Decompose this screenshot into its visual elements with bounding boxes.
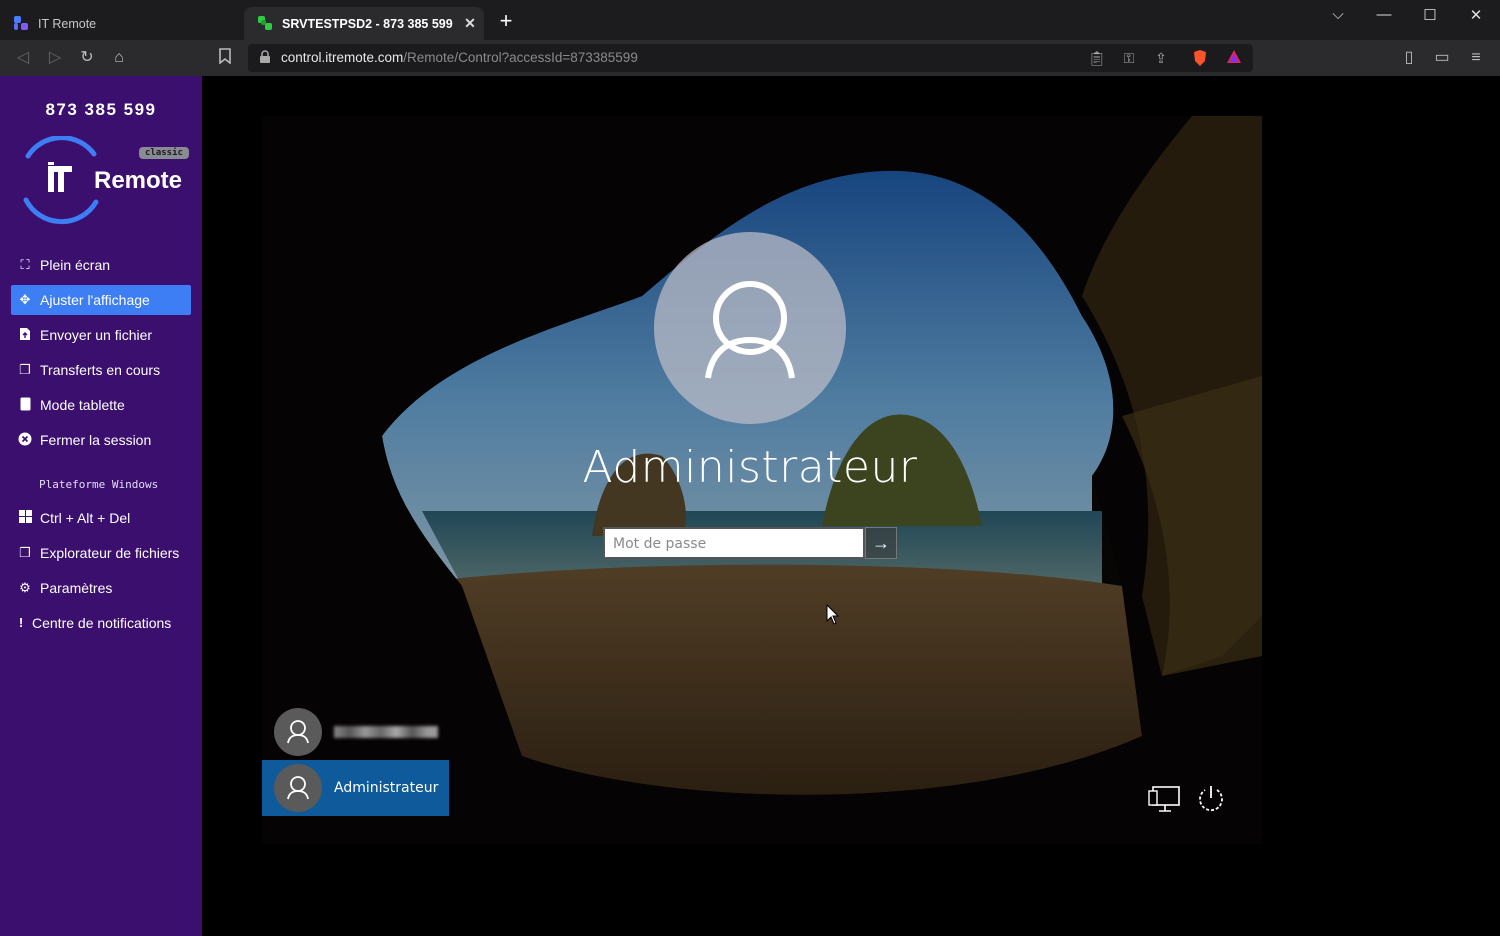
fit-display-icon: ✥ — [19, 292, 31, 307]
itremote-logo-icon — [23, 136, 99, 225]
menu-mode-tablette[interactable]: Mode tablette — [11, 390, 191, 420]
maximize-button[interactable]: ☐ — [1415, 6, 1445, 24]
transfers-icon: ❐ — [19, 362, 31, 377]
forward-icon[interactable]: ▷ — [45, 48, 65, 68]
close-tab-icon[interactable]: ✕ — [462, 15, 478, 32]
clipboard-icon[interactable]: 📋︎ — [1088, 49, 1106, 67]
lock-icon — [260, 50, 270, 63]
reload-icon[interactable]: ↻ — [77, 48, 97, 68]
file-explorer-icon: ❐ — [19, 545, 31, 560]
remote-session-favicon-icon — [258, 15, 274, 32]
close-window-button[interactable]: ✕ — [1461, 6, 1491, 24]
menu-icon[interactable]: ≡ — [1466, 48, 1486, 68]
remote-screen[interactable]: Administrateur Mot de passe → Administra… — [202, 76, 1500, 936]
brave-shield-icon[interactable] — [1191, 49, 1209, 67]
user-avatar-small — [274, 708, 322, 756]
user-tile-name: Administrateur — [334, 780, 439, 796]
menu-ajuster-affichage[interactable]: ✥ Ajuster l'affichage — [11, 285, 191, 315]
access-id: 873 385 599 — [45, 100, 157, 119]
tab-title: SRVTESTPSD2 - 873 385 599 — [282, 16, 453, 31]
windows-icon — [17, 510, 33, 526]
it-remote-favicon-icon — [14, 15, 30, 32]
submit-arrow-button[interactable]: → — [865, 527, 897, 559]
address-bar[interactable]: control.itremote.com/Remote/Control?acce… — [248, 44, 1253, 72]
browser-toolbar: ◁ ▷ ↻ ⌂ control.itremote.com/Remote/Cont… — [0, 40, 1500, 76]
user-tile-administrateur[interactable]: Administrateur — [262, 760, 449, 816]
menu-transferts[interactable]: ❐ Transferts en cours — [11, 355, 191, 385]
fullscreen-icon: ⛶ — [20, 257, 30, 272]
login-username: Administrateur — [582, 442, 918, 493]
user-avatar-large — [654, 232, 846, 424]
menu-fermer-session[interactable]: Fermer la session — [11, 425, 191, 455]
menu-explorateur[interactable]: ❐ Explorateur de fichiers — [11, 538, 191, 568]
key-icon[interactable]: ⚿ — [1120, 49, 1138, 67]
user-tile-other[interactable] — [274, 708, 438, 756]
menu-parametres[interactable]: ⚙ Paramètres — [11, 573, 191, 603]
menu-centre-notifications[interactable]: ! Centre de notifications — [11, 608, 191, 638]
tab-it-remote[interactable]: IT Remote — [0, 7, 240, 40]
notification-icon: ! — [18, 615, 24, 630]
back-icon[interactable]: ◁ — [13, 48, 33, 68]
sidebar-toggle-icon[interactable]: ▯ — [1399, 48, 1419, 68]
network-icon[interactable] — [1148, 782, 1182, 816]
logo-text: Remote — [94, 167, 183, 194]
user-avatar-small — [274, 764, 322, 812]
close-session-icon — [17, 432, 33, 448]
user-icon — [287, 776, 309, 800]
file-upload-icon — [17, 327, 33, 343]
browser-tab-bar: IT Remote SRVTESTPSD2 - 873 385 599 ✕ + … — [0, 0, 1500, 40]
menu-envoyer-fichier[interactable]: Envoyer un fichier — [11, 320, 191, 350]
mouse-cursor-icon — [826, 604, 840, 625]
menu-ctrl-alt-del[interactable]: Ctrl + Alt + Del — [11, 503, 191, 533]
tab-title: IT Remote — [38, 16, 97, 31]
user-icon — [705, 281, 795, 379]
new-tab-button[interactable]: + — [495, 10, 517, 32]
tab-search-chevron-icon[interactable]: ⌵ — [1323, 6, 1353, 23]
user-icon — [287, 720, 309, 744]
classic-badge: classic — [139, 147, 189, 159]
section-plateforme-windows: Plateforme Windows — [39, 478, 159, 491]
minimize-button[interactable]: — — [1369, 6, 1399, 23]
itremote-sidebar: 873 385 599 classic Remote ⛶ Plein écran… — [0, 76, 202, 936]
home-icon[interactable]: ⌂ — [109, 48, 129, 68]
password-input[interactable]: Mot de passe — [603, 527, 865, 559]
brave-rewards-icon[interactable] — [1225, 49, 1243, 67]
tablet-icon — [17, 397, 33, 413]
share-icon[interactable]: ⇪ — [1152, 49, 1170, 67]
settings-icon: ⚙ — [19, 580, 31, 595]
blurred-username — [334, 726, 438, 738]
bookmark-icon[interactable] — [215, 48, 235, 68]
wallet-icon[interactable]: ▭ — [1432, 48, 1452, 68]
tab-srvtestpsd2[interactable]: SRVTESTPSD2 - 873 385 599 ✕ — [244, 7, 484, 40]
url-text: control.itremote.com/Remote/Control?acce… — [281, 50, 638, 65]
menu-plein-ecran[interactable]: ⛶ Plein écran — [11, 250, 191, 280]
power-icon[interactable] — [1195, 782, 1229, 816]
